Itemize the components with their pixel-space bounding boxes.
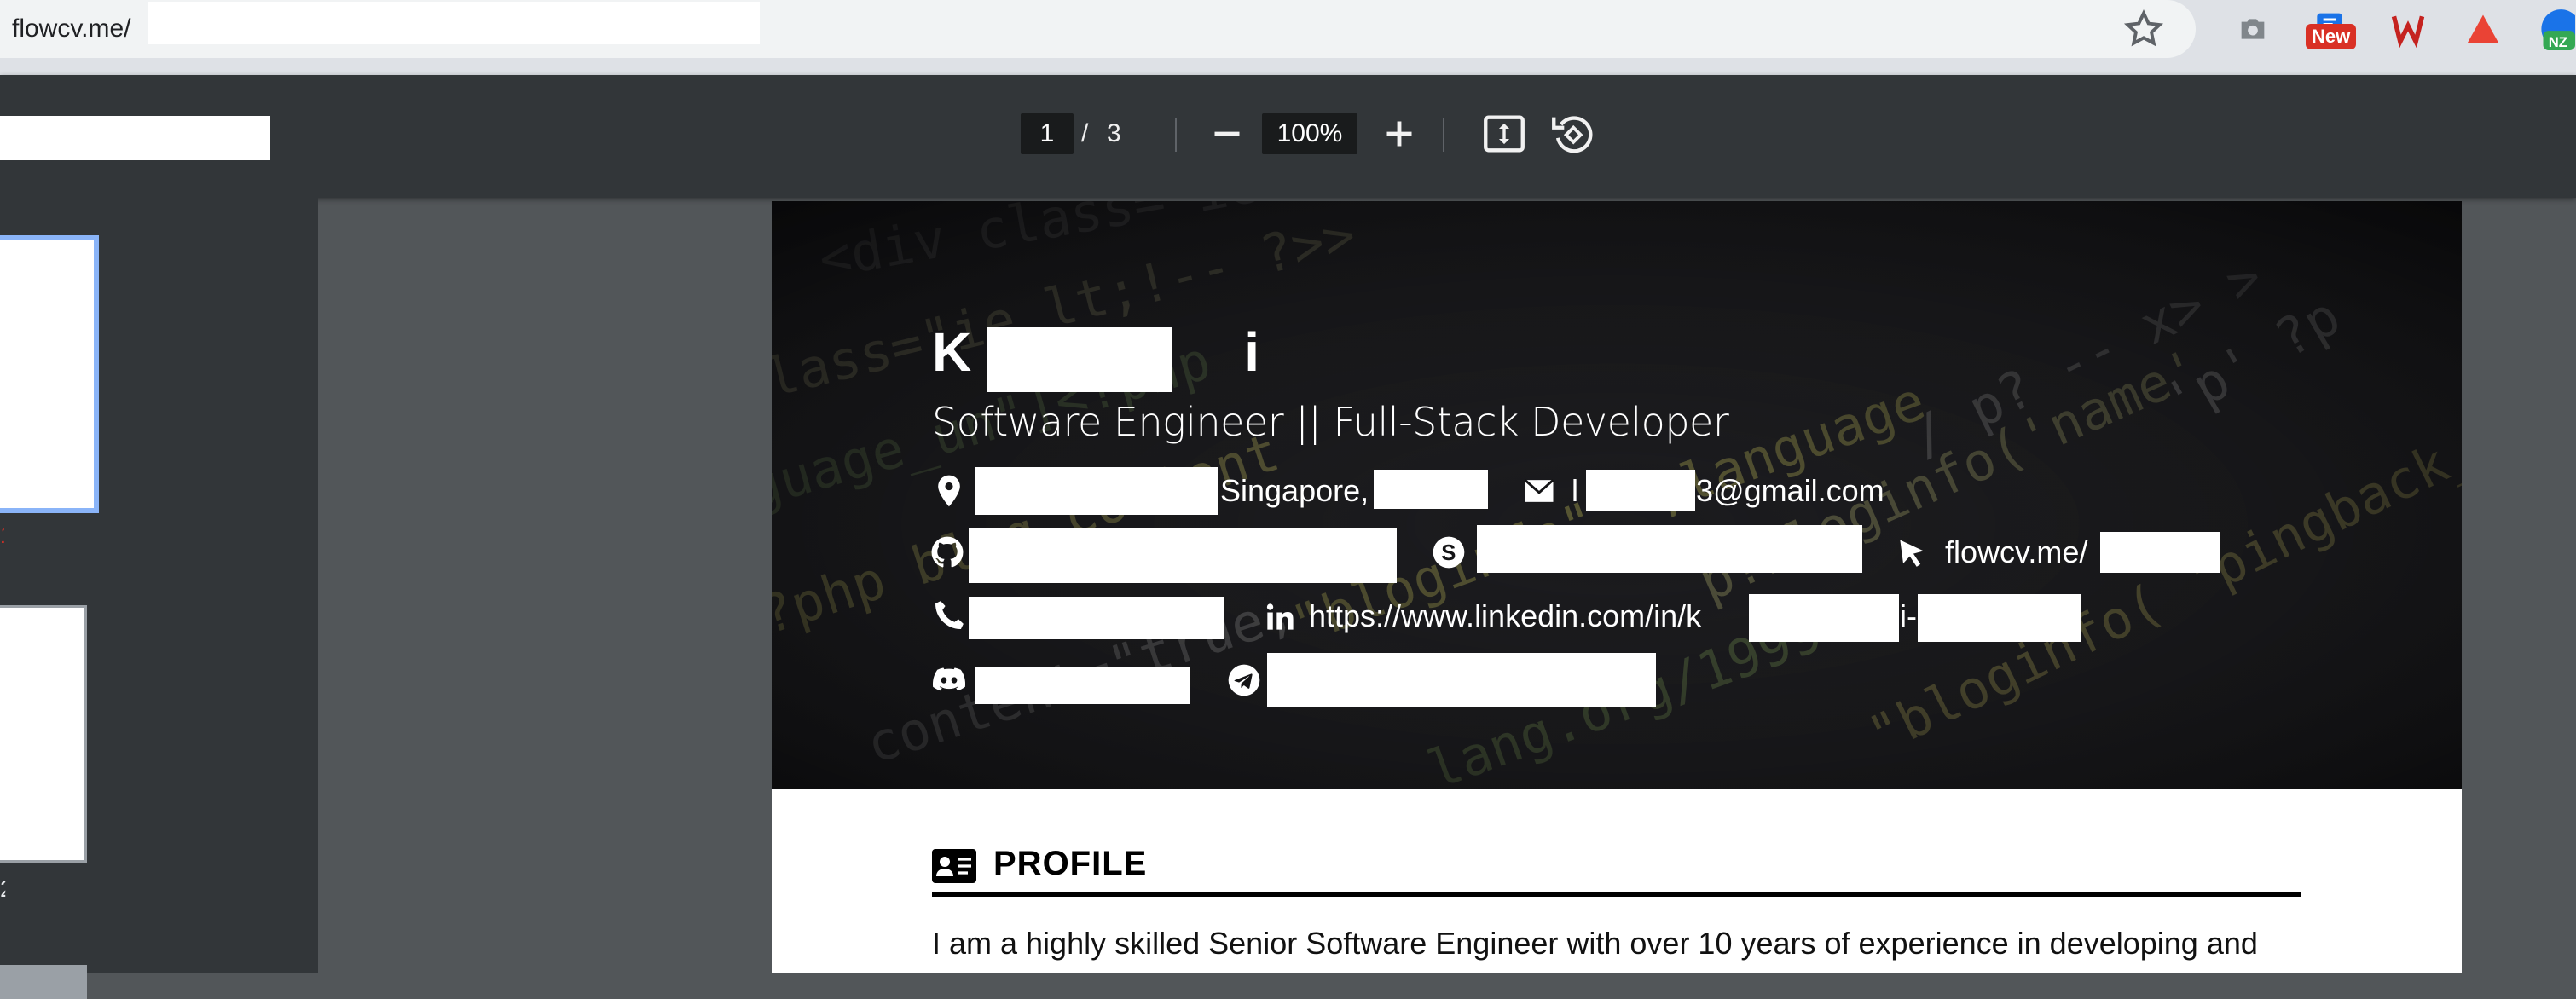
redacted-country — [1374, 470, 1488, 509]
linkedin-link-mid[interactable]: i- — [1900, 595, 1917, 638]
job-title: Software Engineer || Full-Stack Develope… — [932, 399, 1729, 445]
redacted-document-title — [0, 116, 270, 160]
location-city: Singapore, — [1220, 473, 1369, 508]
thumbnail-page-number: 1 — [0, 522, 14, 548]
page-thumbnail[interactable] — [0, 605, 87, 863]
rotate-counterclockwise-icon[interactable] — [1548, 109, 1597, 159]
section-divider — [932, 892, 2301, 897]
website-link[interactable]: flowcv.me/ — [1945, 531, 2087, 574]
location-pin-icon — [938, 475, 960, 507]
zoom-in-icon[interactable] — [1375, 109, 1424, 159]
email-prefix: l — [1572, 473, 1578, 508]
profile-summary-text: I am a highly skilled Senior Software En… — [932, 926, 2258, 961]
page-thumbnail-selected[interactable] — [0, 235, 99, 513]
mail-icon — [1524, 479, 1554, 502]
thumbnail-page-number: 2 — [0, 875, 14, 902]
zoom-level-input[interactable]: 100% — [1262, 113, 1357, 154]
pdf-page: <div class="ie leo lass="ie lt;!-- ?>> g… — [772, 201, 2462, 973]
email-suffix[interactable]: 3@gmail.com — [1696, 470, 1884, 512]
redacted-url-block — [148, 2, 760, 44]
new-badge: New — [2306, 24, 2357, 49]
page-thumbnail[interactable] — [0, 965, 87, 999]
pdf-toolbar: 1 / 3 100% — [0, 75, 2576, 198]
red-triangle-extension-icon[interactable] — [2457, 3, 2509, 55]
linkedin-link-prefix[interactable]: https://www.linkedin.com/in/k — [1309, 595, 1701, 638]
zoom-out-icon[interactable] — [1202, 109, 1252, 159]
linkedin-icon — [1266, 603, 1294, 630]
cursor-pointer-icon — [1900, 540, 1924, 567]
redacted-linkedin-name — [1749, 594, 1899, 642]
toolbar-divider — [1175, 118, 1177, 152]
svg-text:S: S — [1441, 541, 1456, 565]
phone-icon — [935, 601, 964, 629]
nz-extension-icon[interactable]: NZ — [2533, 3, 2575, 55]
bookmark-star-icon[interactable] — [2122, 7, 2166, 51]
page-total: 3 — [1107, 119, 1121, 147]
url-text[interactable]: flowcv.me/ — [12, 8, 130, 50]
profile-section-heading: PROFILE — [993, 845, 1148, 882]
redacted-github — [969, 528, 1397, 583]
thumbnail-sidebar: 1 2 — [0, 198, 318, 999]
skype-icon: S — [1433, 536, 1465, 569]
w-extension-icon[interactable] — [2382, 3, 2434, 55]
id-card-icon — [932, 849, 976, 883]
redacted-telegram — [1267, 653, 1656, 707]
github-icon — [931, 536, 964, 568]
fit-to-page-icon[interactable] — [1479, 109, 1529, 159]
redacted-discord — [975, 667, 1190, 704]
redacted-name — [987, 327, 1172, 392]
svg-text:NZ: NZ — [2549, 34, 2567, 50]
redacted-website — [2100, 532, 2220, 573]
page-number-input[interactable]: 1 — [1021, 113, 1074, 154]
redacted-email — [1586, 470, 1695, 511]
redacted-linkedin-suffix — [1918, 594, 2081, 642]
redacted-address — [975, 467, 1218, 515]
camera-extension-icon[interactable] — [2227, 3, 2278, 55]
page-separator: / — [1081, 119, 1089, 147]
telegram-icon — [1228, 664, 1260, 696]
redacted-phone — [969, 597, 1224, 639]
browser-chrome: flowcv.me/ New NZ — [0, 0, 2576, 75]
resume-header-banner: <div class="ie leo lass="ie lt;!-- ?>> g… — [772, 201, 2462, 789]
address-bar[interactable]: flowcv.me/ — [0, 0, 2196, 58]
toolbar-divider — [1443, 118, 1444, 152]
discord-icon — [932, 667, 966, 691]
redacted-skype — [1477, 525, 1862, 573]
